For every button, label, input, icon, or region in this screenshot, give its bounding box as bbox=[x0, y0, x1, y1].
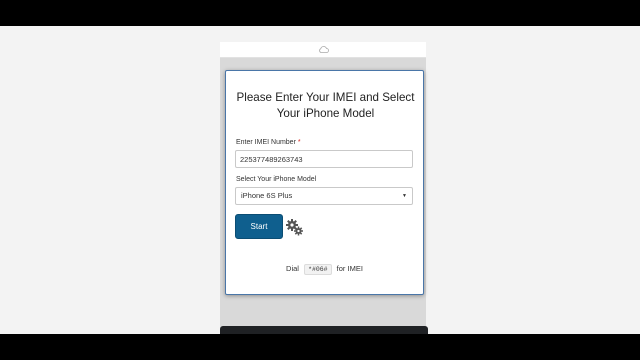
model-selected-value: iPhone 6S Plus bbox=[241, 191, 293, 200]
dial-hint: Dial *#06# for IMEI bbox=[226, 264, 423, 275]
cloud-icon bbox=[319, 46, 329, 53]
dial-code: *#06# bbox=[304, 264, 332, 275]
required-mark: * bbox=[297, 139, 301, 146]
dial-suffix: for IMEI bbox=[336, 264, 363, 273]
phone-top-bar bbox=[220, 42, 426, 58]
browser-viewport: Please Enter Your IMEI and Select Your i… bbox=[0, 26, 640, 334]
gears-icon bbox=[286, 219, 303, 236]
imei-form-card: Please Enter Your IMEI and Select Your i… bbox=[225, 70, 424, 295]
form-title: Please Enter Your IMEI and Select Your i… bbox=[236, 91, 415, 120]
chevron-down-icon: ▼ bbox=[402, 193, 407, 199]
model-select[interactable]: iPhone 6S Plus ▼ bbox=[235, 187, 413, 205]
dial-prefix: Dial bbox=[286, 264, 299, 273]
model-label: Select Your iPhone Model bbox=[236, 176, 317, 183]
imei-input[interactable] bbox=[235, 150, 413, 168]
imei-label-text: Enter IMEI Number bbox=[236, 139, 296, 146]
imei-label: Enter IMEI Number * bbox=[236, 139, 301, 146]
phone-bottom-bar bbox=[220, 326, 428, 334]
start-button[interactable]: Start bbox=[235, 214, 283, 239]
